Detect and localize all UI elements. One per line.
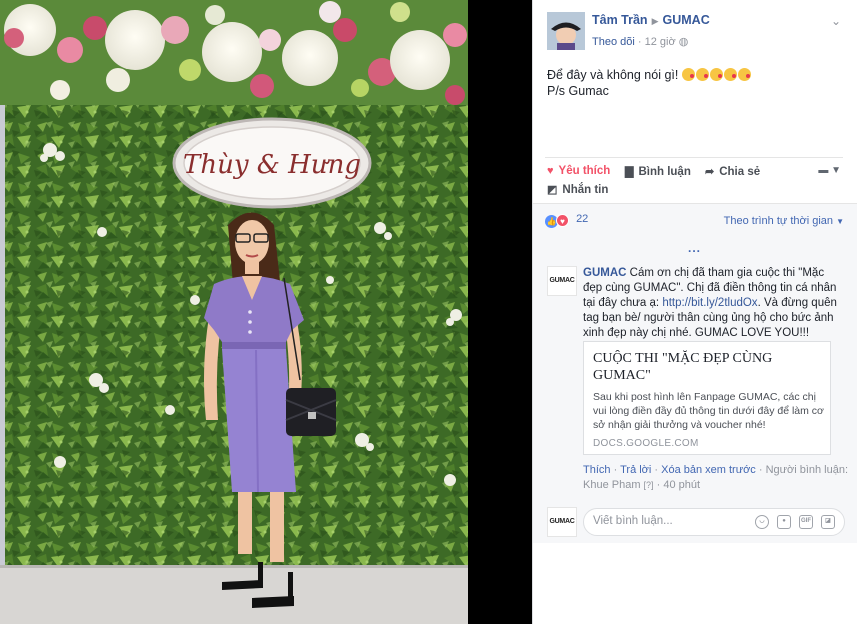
- composer-avatar: GUMAC: [547, 507, 577, 537]
- gif-icon[interactable]: GIF: [799, 515, 813, 529]
- camera-icon[interactable]: ●: [777, 515, 791, 529]
- love-reaction-button[interactable]: ♥ Yêu thích: [547, 165, 610, 177]
- post-header: Tâm Trần ▶ GUMAC Theo dõi · 12 giờ ◍ ⌄: [547, 12, 847, 52]
- link-card-domain: DOCS.GOOGLE.COM: [593, 438, 699, 449]
- arrow-right-icon: ▶: [651, 16, 659, 26]
- remove-preview-link[interactable]: Xóa bản xem trước: [661, 464, 756, 476]
- comment-composer[interactable]: ◡ ● GIF ◪: [583, 508, 845, 536]
- photo-viewer-backdrop: [468, 0, 532, 624]
- help-icon[interactable]: [?]: [644, 480, 654, 490]
- audience-dropdown[interactable]: ▬ ▼: [818, 165, 841, 176]
- author-avatar[interactable]: [547, 12, 585, 50]
- comments-section: 👍 ♥ 22 Theo trình tự thời gian ▼ ... GUMA…: [533, 203, 857, 543]
- globe-icon: ◍: [678, 36, 689, 48]
- reaction-count: 22: [576, 213, 589, 225]
- post-panel: Tâm Trần ▶ GUMAC Theo dõi · 12 giờ ◍ ⌄ Để …: [532, 0, 857, 624]
- comment-time[interactable]: 40 phút: [663, 479, 700, 491]
- messenger-icon: ◩: [547, 184, 558, 196]
- comment-like-link[interactable]: Thích: [583, 464, 611, 476]
- footer-sep: ·: [651, 464, 662, 476]
- post-actions: ♥ Yêu thích ▇ Bình luận ➦ Chia sẻ ◩ Nhắn tin…: [545, 157, 843, 199]
- page-name[interactable]: GUMAC: [663, 13, 710, 27]
- post-photo[interactable]: Thùy & Hưng: [0, 0, 468, 624]
- meta-sep: ·: [637, 36, 645, 48]
- dash-icon: ▬: [818, 165, 829, 176]
- footer-sep: ·: [653, 479, 664, 491]
- comment-button[interactable]: ▇ Bình luận: [625, 165, 691, 178]
- share-label: Chia sẻ: [719, 166, 761, 178]
- link-preview-card[interactable]: CUỘC THI "MẶC ĐẸP CÙNG GUMAC" Sau khi po…: [583, 341, 831, 455]
- share-arrow-icon: ➦: [705, 166, 715, 178]
- love-label: Yêu thích: [558, 165, 611, 177]
- post-message: Để đây và không nói gì! P/s Gumac: [547, 67, 842, 99]
- kiss-emoji-icons: [682, 68, 752, 82]
- message-label: Nhắn tin: [562, 184, 609, 196]
- caret-down-icon: ▼: [836, 217, 844, 226]
- emoji-icon[interactable]: ◡: [755, 515, 769, 529]
- avatar-image: [547, 12, 585, 50]
- name-sign: Thùy & Hưng: [172, 117, 372, 209]
- comment-sort-dropdown[interactable]: Theo trình tự thời gian ▼: [724, 215, 844, 227]
- link-card-description: Sau khi post hình lên Fanpage GUMAC, các…: [593, 391, 824, 431]
- comment-body: GUMAC Cám ơn chị đã tham gia cuộc thi "M…: [583, 266, 845, 341]
- post-time[interactable]: 12 giờ: [645, 36, 676, 48]
- comment-input[interactable]: [593, 515, 753, 527]
- message-line-1: Để đây và không nói gì!: [547, 68, 679, 82]
- follow-link[interactable]: Theo dõi: [592, 36, 635, 48]
- chevron-down-icon[interactable]: ⌄: [831, 14, 841, 28]
- love-reaction-icon: ♥: [556, 214, 569, 227]
- message-line-2: P/s Gumac: [547, 84, 609, 98]
- caret-down-icon: ▼: [831, 165, 841, 176]
- link-card-title: CUỘC THI "MẶC ĐẸP CÙNG GUMAC": [593, 351, 773, 383]
- comment-reply-link[interactable]: Trả lời: [620, 464, 651, 476]
- share-button[interactable]: ➦ Chia sẻ: [705, 165, 760, 178]
- heart-icon: ♥: [547, 165, 554, 177]
- message-button[interactable]: ◩ Nhắn tin: [547, 183, 608, 196]
- more-comments-link[interactable]: ...: [688, 241, 701, 255]
- comment-author[interactable]: GUMAC: [583, 267, 626, 279]
- comment-icon: ▇: [625, 166, 634, 178]
- photo-illustration: Thùy & Hưng: [0, 0, 468, 624]
- author-name[interactable]: Tâm Trần: [592, 13, 648, 27]
- post-author-line: Tâm Trần ▶ GUMAC: [592, 13, 710, 27]
- comment-link[interactable]: http://bit.ly/2tludOx: [662, 297, 757, 309]
- sign-text: Thùy & Hưng: [183, 150, 361, 180]
- comment-label: Bình luận: [638, 166, 691, 178]
- sticker-icon[interactable]: ◪: [821, 515, 835, 529]
- post-meta: Theo dõi · 12 giờ ◍: [592, 35, 688, 48]
- flower-garland: [0, 0, 468, 105]
- footer-sep: ·: [755, 464, 766, 476]
- sort-label: Theo trình tự thời gian: [723, 215, 834, 227]
- footer-sep: ·: [610, 464, 621, 476]
- comment-footer: Thích · Trả lời · Xóa bản xem trước · Ng…: [583, 463, 853, 493]
- reaction-summary[interactable]: 👍 ♥ 22: [545, 213, 588, 228]
- gumac-avatar[interactable]: GUMAC: [547, 266, 577, 296]
